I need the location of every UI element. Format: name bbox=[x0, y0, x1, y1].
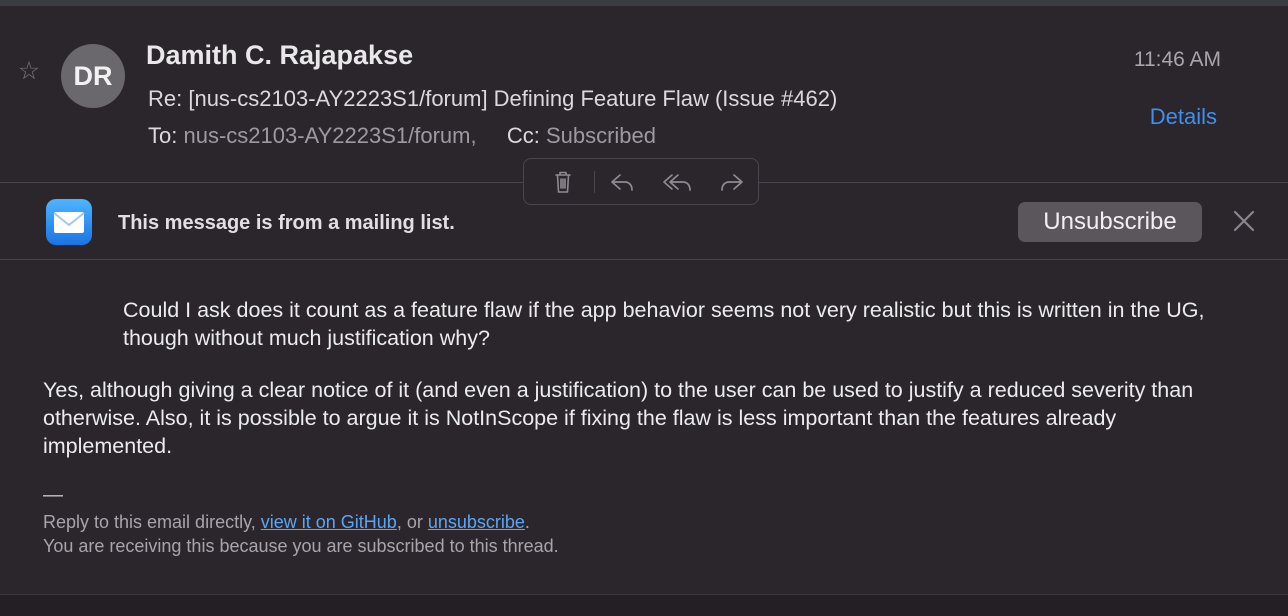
footer-end: . bbox=[524, 512, 530, 532]
banner-text: This message is from a mailing list. bbox=[118, 212, 455, 234]
avatar: DR bbox=[61, 44, 125, 108]
quoted-text: Could I ask does it count as a feature f… bbox=[123, 298, 1205, 350]
mail-app-icon bbox=[46, 199, 92, 245]
mail-message-view: ☆ DR Damith C. Rajapakse Re: [nus-cs2103… bbox=[0, 6, 1288, 595]
cc-value[interactable]: Subscribed bbox=[546, 123, 656, 148]
footer-prefix: Reply to this email directly, bbox=[43, 512, 256, 532]
trash-icon[interactable] bbox=[549, 169, 577, 195]
view-on-github-link[interactable]: view it on GitHub bbox=[261, 512, 397, 532]
toolbar-separator bbox=[594, 171, 595, 193]
sender-name: Damith C. Rajapakse bbox=[146, 40, 414, 70]
message-time: 11:46 AM bbox=[1133, 48, 1221, 71]
details-link[interactable]: Details bbox=[1150, 104, 1217, 130]
reply-text: Yes, although giving a clear notice of i… bbox=[43, 378, 1194, 458]
cc-label: Cc: bbox=[506, 123, 540, 148]
subject-line: Re: [nus-cs2103-AY2223S1/forum] Defining… bbox=[148, 86, 838, 111]
footer-line-1: Reply to this email directly, view it on… bbox=[43, 512, 530, 533]
message-action-toolbar bbox=[523, 158, 759, 205]
to-value[interactable]: nus-cs2103-AY2223S1/forum, bbox=[183, 123, 476, 148]
message-header: ☆ DR Damith C. Rajapakse Re: [nus-cs2103… bbox=[0, 6, 1288, 183]
banner-divider bbox=[0, 259, 1288, 260]
reply-icon[interactable] bbox=[608, 169, 636, 195]
footer-line-2: You are receiving this because you are s… bbox=[43, 536, 559, 556]
forward-icon[interactable] bbox=[718, 169, 746, 195]
unsubscribe-button[interactable]: Unsubscribe bbox=[1018, 202, 1202, 242]
star-icon[interactable]: ☆ bbox=[16, 58, 42, 84]
close-icon[interactable] bbox=[1230, 207, 1258, 235]
unsubscribe-link[interactable]: unsubscribe bbox=[428, 512, 525, 532]
signature-dash: — bbox=[43, 484, 63, 506]
reply-all-icon[interactable] bbox=[662, 169, 691, 195]
to-label: To: bbox=[148, 123, 178, 148]
recipients-line: To: nus-cs2103-AY2223S1/forum, Cc: Subsc… bbox=[148, 123, 656, 149]
footer-mid: , or bbox=[396, 512, 423, 532]
